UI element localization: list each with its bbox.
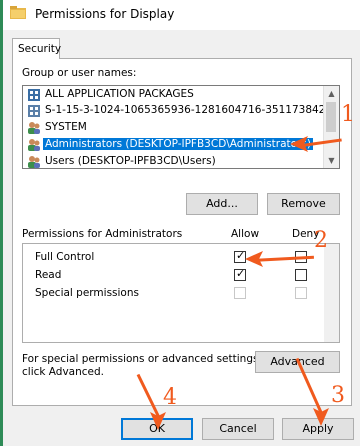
list-item[interactable]: Users (DESKTOP-IPFB3CD\Users) <box>27 154 323 168</box>
list-item[interactable]: S-1-15-3-1024-1065365936-1281604716-3511… <box>27 103 323 119</box>
annotation-number-2: 2 <box>314 228 328 253</box>
read-allow-checkbox[interactable]: ✓ <box>234 267 246 281</box>
allow-header: Allow <box>231 228 260 240</box>
arrowhead-3-icon <box>313 408 329 426</box>
tab-security[interactable]: Security <box>12 38 61 59</box>
check-icon: ✓ <box>236 249 246 262</box>
check-icon: ✓ <box>236 267 246 280</box>
list-item[interactable]: SYSTEM <box>27 120 323 136</box>
users-icon <box>28 139 40 151</box>
advanced-note-line2: click Advanced. <box>22 366 105 378</box>
remove-button[interactable]: Remove <box>267 193 340 215</box>
cancel-button[interactable]: Cancel <box>202 418 274 440</box>
arrowhead-2-icon <box>245 251 263 267</box>
permissions-scrollbar[interactable] <box>324 244 339 342</box>
group-packages-icon <box>28 89 40 101</box>
window-edge <box>0 0 3 446</box>
permissions-label: Permissions for Administrators <box>22 228 183 240</box>
group-user-list[interactable]: ALL APPLICATION PACKAGES S-1-15-3-1024-1… <box>22 85 340 169</box>
annotation-number-3: 3 <box>331 383 345 408</box>
scroll-down-icon[interactable]: ▼ <box>324 153 339 168</box>
users-icon <box>28 156 40 168</box>
scroll-thumb[interactable] <box>326 102 336 132</box>
permission-special: Special permissions <box>35 287 139 299</box>
group-names-label: Group or user names: <box>22 67 137 79</box>
arrowhead-1-icon <box>290 136 308 152</box>
scroll-up-icon[interactable]: ▲ <box>324 86 339 101</box>
list-scrollbar[interactable]: ▲ ▼ <box>323 86 339 168</box>
permission-read: Read <box>35 269 62 281</box>
read-deny-checkbox[interactable] <box>295 269 307 281</box>
special-allow-checkbox[interactable] <box>234 287 246 299</box>
title-bar[interactable]: Permissions for Display <box>3 0 360 30</box>
arrowhead-4-icon <box>150 412 166 430</box>
list-item-selected[interactable]: Administrators (DESKTOP-IPFB3CD\Administ… <box>27 137 323 153</box>
add-button[interactable]: Add... <box>186 193 258 215</box>
annotation-number-1: 1 <box>341 102 355 127</box>
annotation-number-4: 4 <box>163 385 177 410</box>
list-item[interactable]: ALL APPLICATION PACKAGES <box>27 87 323 103</box>
users-icon <box>28 122 40 134</box>
folder-shield-icon <box>10 6 26 19</box>
permission-full-control: Full Control <box>35 251 95 263</box>
window-title: Permissions for Display <box>35 7 175 21</box>
advanced-note-line1: For special permissions or advanced sett… <box>22 353 262 365</box>
sid-icon <box>28 105 40 117</box>
special-deny-checkbox[interactable] <box>295 287 307 299</box>
